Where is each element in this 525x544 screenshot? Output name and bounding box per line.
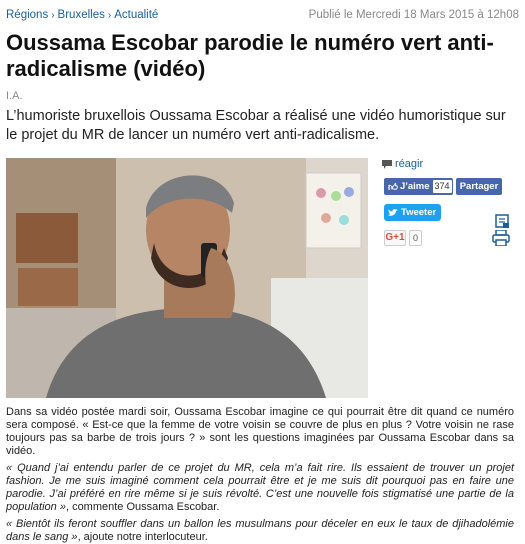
breadcrumb-actualite[interactable]: Actualité — [114, 9, 158, 21]
publish-date: Publié le Mercredi 18 Mars 2015 à 12h08 — [308, 9, 519, 21]
breadcrumb-separator: › — [107, 9, 112, 21]
google-plus-button[interactable]: G+1 0 — [384, 230, 423, 246]
quote-attribution: , ajoute notre interlocuteur. — [77, 531, 208, 543]
facebook-share-button[interactable]: Partager — [456, 178, 502, 195]
google-plus-icon: G+1 — [384, 230, 406, 246]
tweet-button[interactable]: Tweeter — [384, 204, 441, 221]
tweet-label: Tweeter — [401, 207, 437, 218]
breadcrumb-bruxelles[interactable]: Bruxelles — [58, 9, 105, 21]
article-paragraph-2: « Quand j’ai entendu parler de ce projet… — [6, 462, 514, 514]
thumbs-up-icon: 👍︎ — [388, 181, 398, 193]
breadcrumb-regions[interactable]: Régions — [6, 9, 48, 21]
top-bar: Régions › Bruxelles › Actualité Publié l… — [6, 9, 519, 25]
react-link[interactable]: réagir — [382, 158, 423, 170]
quote-attribution: , commente Oussama Escobar. — [65, 501, 220, 513]
email-share-icon[interactable] — [495, 214, 509, 231]
article-author: I.A. — [6, 90, 23, 102]
comment-icon — [382, 159, 392, 169]
article-paragraph-3: « Bientôt ils feront souffler dans un ba… — [6, 518, 514, 544]
video-player[interactable] — [6, 158, 368, 398]
article-paragraph-1: Dans sa vidéo postée mardi soir, Oussama… — [6, 406, 514, 457]
print-icon[interactable] — [492, 229, 510, 249]
react-label: réagir — [395, 158, 424, 170]
breadcrumb: Régions › Bruxelles › Actualité — [6, 9, 158, 21]
like-count: 374 — [432, 180, 452, 193]
facebook-like-button[interactable]: 👍︎ J’aime 374 — [384, 178, 453, 195]
google-plus-count: 0 — [409, 230, 423, 246]
like-label: J’aime — [399, 181, 430, 192]
article-title: Oussama Escobar parodie le numéro vert a… — [6, 30, 494, 81]
article-lead: L’humoriste bruxellois Oussama Escobar a… — [6, 108, 506, 143]
twitter-bird-icon — [388, 208, 398, 216]
breadcrumb-separator: › — [51, 9, 55, 21]
video-frame-image — [6, 158, 368, 398]
